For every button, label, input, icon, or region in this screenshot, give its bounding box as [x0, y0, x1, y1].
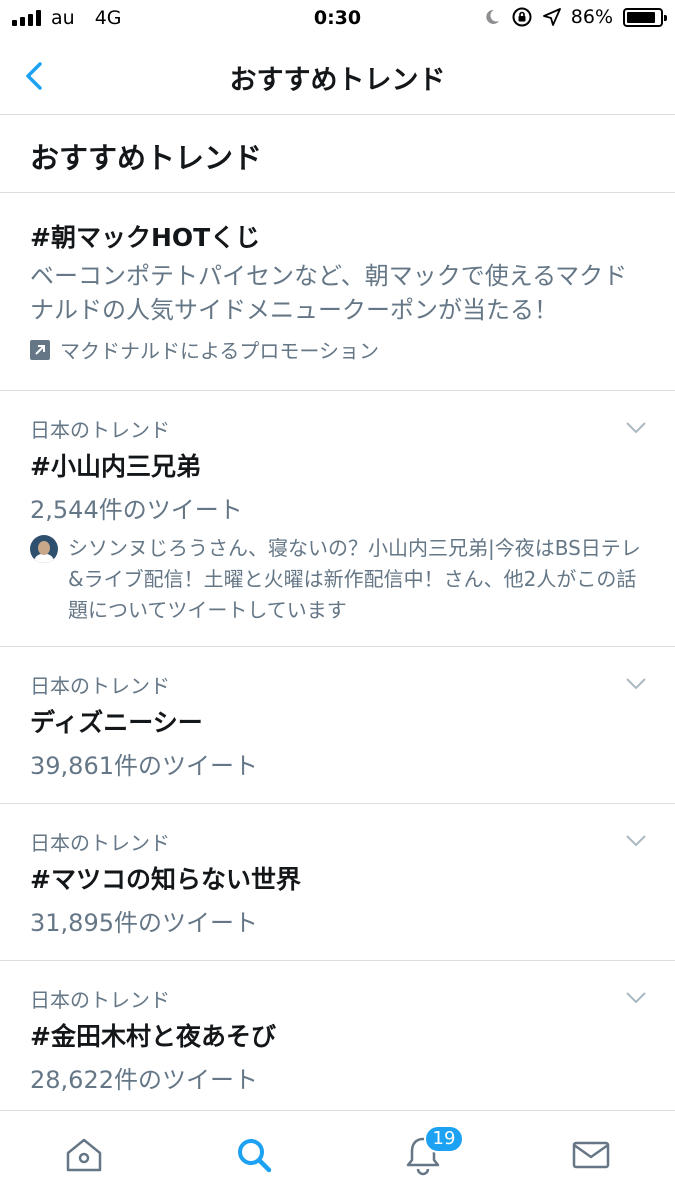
trend-location: 日本のトレンド	[30, 988, 170, 1012]
status-bar-right: 86%	[483, 6, 667, 28]
trend-location: 日本のトレンド	[30, 418, 170, 442]
chevron-down-icon[interactable]	[625, 834, 647, 848]
trend-name: #マツコの知らない世界	[30, 865, 301, 894]
trend-item[interactable]: 日本のトレンド #金田木村と夜あそび 28,622件のツイート	[0, 961, 675, 1110]
status-bar: au 4G 0:30 86%	[0, 0, 675, 38]
orientation-lock-icon	[512, 7, 532, 27]
trend-name: ディズニーシー	[30, 708, 203, 737]
trend-item[interactable]: 日本のトレンド #小山内三兄弟 2,544件のツイート シソンヌじろうさん、寝な…	[0, 391, 675, 647]
trend-context: シソンヌじろうさん、寝ないの？小山内三兄弟|今夜はBS日テレ&ライブ配信！土曜と…	[30, 533, 645, 626]
promoted-by-line: マクドナルドによるプロモーション	[30, 335, 645, 364]
trend-location: 日本のトレンド	[30, 831, 170, 855]
promoted-trend-title: #朝マックHOTくじ	[30, 223, 261, 252]
chevron-down-icon[interactable]	[625, 677, 647, 691]
battery-fill	[627, 11, 655, 23]
tab-bar: 19	[0, 1110, 675, 1201]
trend-tweet-count: 28,622件のツイート	[30, 1066, 258, 1094]
trend-tweet-count: 31,895件のツイート	[30, 909, 258, 937]
trend-location: 日本のトレンド	[30, 674, 170, 698]
avatar	[30, 535, 58, 563]
promoted-arrow-icon	[30, 339, 50, 360]
trend-tweet-count: 2,544件のツイート	[30, 496, 243, 524]
promoted-trend-description: ベーコンポテトパイセンなど、朝マックで使えるマクドナルドの人気サイドメニュークー…	[30, 262, 628, 324]
section-header: おすすめトレンド	[0, 115, 675, 193]
promoted-by-label: マクドナルドによるプロモーション	[60, 339, 379, 363]
moon-icon	[486, 9, 499, 24]
chevron-down-icon[interactable]	[625, 991, 647, 1005]
navigation-bar: おすすめトレンド	[0, 38, 675, 115]
trend-context-text: シソンヌじろうさん、寝ないの？小山内三兄弟|今夜はBS日テレ&ライブ配信！土曜と…	[68, 536, 641, 622]
trend-item[interactable]: 日本のトレンド ディズニーシー 39,861件のツイート	[0, 647, 675, 804]
location-icon	[542, 8, 561, 26]
battery-icon	[623, 7, 667, 27]
page-title: おすすめトレンド	[229, 65, 446, 96]
trend-tweet-count: 39,861件のツイート	[30, 752, 258, 780]
battery-percent: 86%	[570, 6, 613, 28]
search-icon[interactable]	[232, 1133, 276, 1177]
trends-list[interactable]: おすすめトレンド #朝マックHOTくじ ベーコンポテトパイセンなど、朝マックで使…	[0, 115, 675, 1110]
promoted-trend[interactable]: #朝マックHOTくじ ベーコンポテトパイセンなど、朝マックで使えるマクドナルドの…	[0, 193, 675, 391]
trend-name: #小山内三兄弟	[30, 452, 201, 481]
messages-icon[interactable]	[569, 1133, 613, 1177]
chevron-down-icon[interactable]	[625, 421, 647, 435]
trend-item[interactable]: 日本のトレンド #マツコの知らない世界 31,895件のツイート	[0, 804, 675, 961]
notifications-badge: 19	[424, 1125, 464, 1153]
home-icon[interactable]	[62, 1133, 106, 1177]
trend-name: #金田木村と夜あそび	[30, 1022, 276, 1051]
